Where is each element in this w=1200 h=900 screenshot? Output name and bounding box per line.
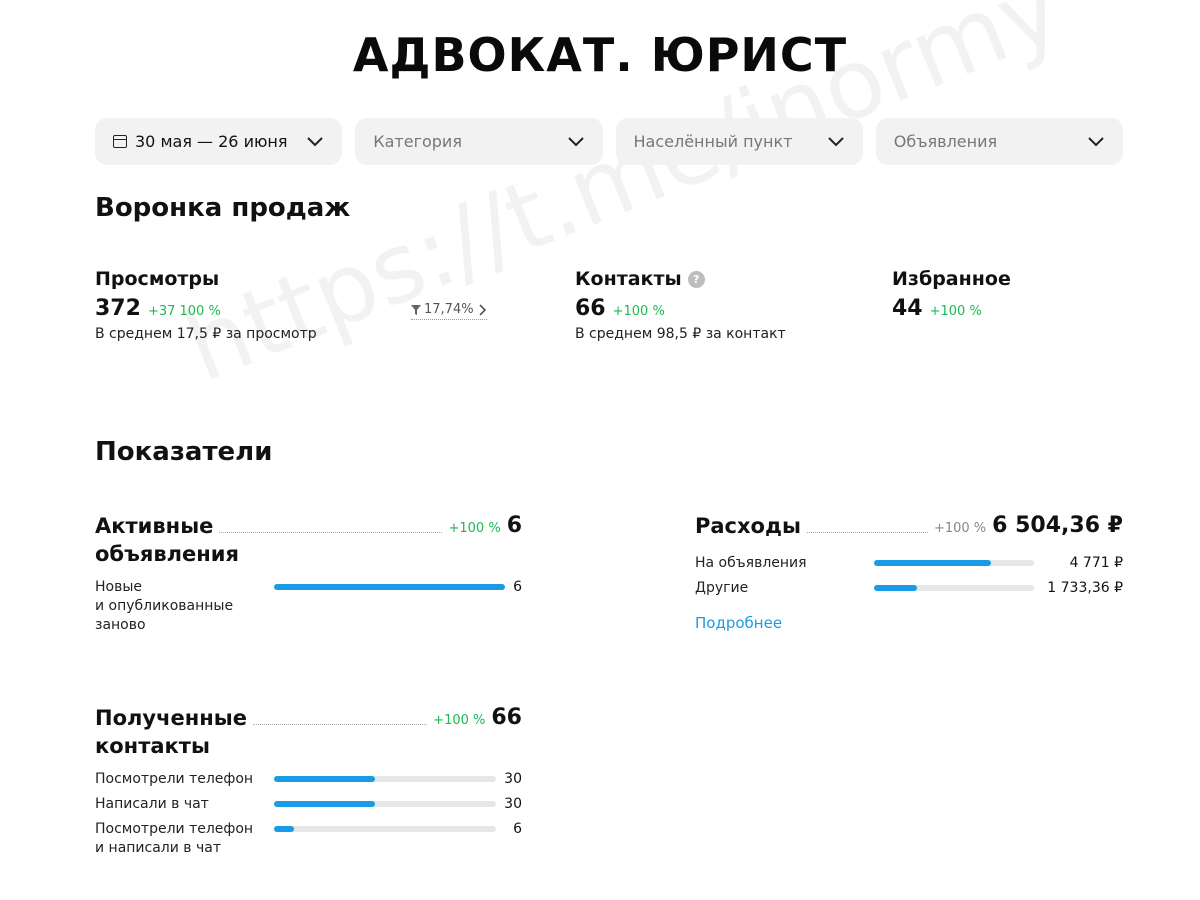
contacts-average: В среднем 98,5 ₽ за контакт: [575, 326, 786, 342]
metrics-heading: Показатели: [95, 437, 273, 467]
bar-fill: [274, 801, 375, 807]
expenses-details-link[interactable]: Подробнее: [695, 614, 1123, 632]
bar-fill: [874, 585, 918, 591]
bar-label: На объявления: [695, 555, 807, 571]
contacts-stat: Контакты? 66 +100 % В среднем 98,5 ₽ за …: [575, 268, 786, 342]
expenses-title: Расходы: [695, 514, 801, 538]
views-conversion-value: 17,74%: [424, 302, 474, 317]
chevron-right-icon: [479, 303, 486, 316]
views-stat: Просмотры 372 +37 100 % В среднем 17,5 ₽…: [95, 268, 317, 342]
dotted-leader: [219, 532, 443, 533]
views-conversion-link[interactable]: 17,74%: [411, 302, 487, 320]
period-filter[interactable]: 30 мая — 26 июня: [95, 118, 343, 165]
favorites-label: Избранное: [892, 268, 1011, 290]
bar-row: Посмотрели телефон и написали в чат 6: [95, 820, 522, 858]
bar-row: Новые и опубликованные заново 6: [95, 578, 522, 635]
favorites-value: 44: [892, 296, 923, 321]
page-title: АДВОКАТ. ЮРИСТ: [352, 28, 848, 82]
received-contacts-title-line2: контакты: [95, 734, 210, 758]
dotted-leader: [806, 532, 928, 533]
funnel-icon: [411, 304, 421, 315]
category-filter[interactable]: Категория: [355, 118, 603, 165]
bar-value: 1 733,36 ₽: [1047, 580, 1123, 596]
location-filter-label: Населённый пункт: [633, 132, 793, 151]
location-filter[interactable]: Населённый пункт: [615, 118, 863, 165]
ads-filter-label: Объявления: [893, 132, 998, 151]
bar-track: [274, 776, 496, 782]
dotted-leader: [252, 724, 428, 725]
bar-label: Новые: [95, 579, 143, 595]
views-label: Просмотры: [95, 268, 220, 290]
period-filter-label: 30 мая — 26 июня: [135, 132, 288, 151]
bar-fill: [274, 826, 294, 832]
expenses-delta: +100 %: [933, 521, 987, 536]
chevron-down-icon: [567, 136, 584, 146]
bar-label: Посмотрели телефон: [95, 821, 254, 837]
received-contacts-total: 66: [491, 705, 522, 730]
active-ads-total: 6: [506, 513, 522, 538]
bar-value: 30: [504, 796, 522, 812]
bar-label: и написали в чат: [95, 840, 222, 856]
bar-row: Другие 1 733,36 ₽: [695, 579, 1123, 598]
bar-value: 4 771 ₽: [1069, 555, 1123, 571]
bar-row: На объявления 4 771 ₽: [695, 554, 1123, 573]
contacts-label: Контакты: [575, 268, 682, 290]
active-ads-delta: +100 %: [448, 521, 501, 536]
bar-row: Написали в чат 30: [95, 795, 522, 814]
bar-label: Написали в чат: [95, 796, 209, 812]
ads-filter[interactable]: Объявления: [875, 118, 1123, 165]
active-ads-title-line2: объявления: [95, 542, 239, 566]
bar-label: Другие: [695, 580, 749, 596]
bar-label: заново: [95, 617, 146, 633]
views-delta: +37 100 %: [147, 304, 221, 319]
expenses-total: 6 504,36 ₽: [992, 513, 1123, 538]
contacts-delta: +100 %: [612, 304, 665, 319]
bar-value: 30: [504, 771, 522, 787]
filter-bar: 30 мая — 26 июня Категория Населённый пу…: [95, 118, 1123, 165]
expenses-block: Расходы +100 % 6 504,36 ₽ На объявления …: [695, 512, 1123, 632]
bar-label: Посмотрели телефон: [95, 771, 254, 787]
received-contacts-block: Полученные +100 % 66 контакты Посмотрели…: [95, 704, 522, 858]
contacts-value: 66: [575, 296, 606, 321]
chevron-down-icon: [307, 136, 323, 146]
favorites-delta: +100 %: [929, 304, 982, 319]
bar-track: [874, 560, 1034, 566]
bar-fill: [274, 584, 505, 590]
bar-row: Посмотрели телефон 30: [95, 770, 522, 789]
views-value: 372: [95, 296, 141, 321]
views-average: В среднем 17,5 ₽ за просмотр: [95, 326, 317, 342]
bar-fill: [874, 560, 991, 566]
chevron-down-icon: [1088, 136, 1104, 146]
bar-value: 6: [513, 821, 522, 837]
bar-fill: [274, 776, 375, 782]
bar-track: [274, 584, 505, 590]
sales-funnel-heading: Воронка продаж: [95, 193, 351, 223]
help-icon[interactable]: ?: [687, 270, 705, 288]
bar-label: и опубликованные: [95, 598, 234, 614]
bar-track: [274, 826, 496, 832]
calendar-icon: [113, 135, 127, 148]
active-ads-title: Активные: [95, 514, 214, 538]
active-ads-block: Активные +100 % 6 объявления Новые и опу…: [95, 512, 522, 635]
bar-track: [274, 801, 496, 807]
bar-value: 6: [513, 579, 522, 595]
received-contacts-delta: +100 %: [433, 713, 486, 728]
received-contacts-title: Полученные: [95, 706, 247, 730]
bar-track: [874, 585, 1034, 591]
category-filter-label: Категория: [373, 132, 462, 151]
chevron-down-icon: [828, 136, 844, 146]
favorites-stat: Избранное 44 +100 %: [892, 268, 1011, 321]
